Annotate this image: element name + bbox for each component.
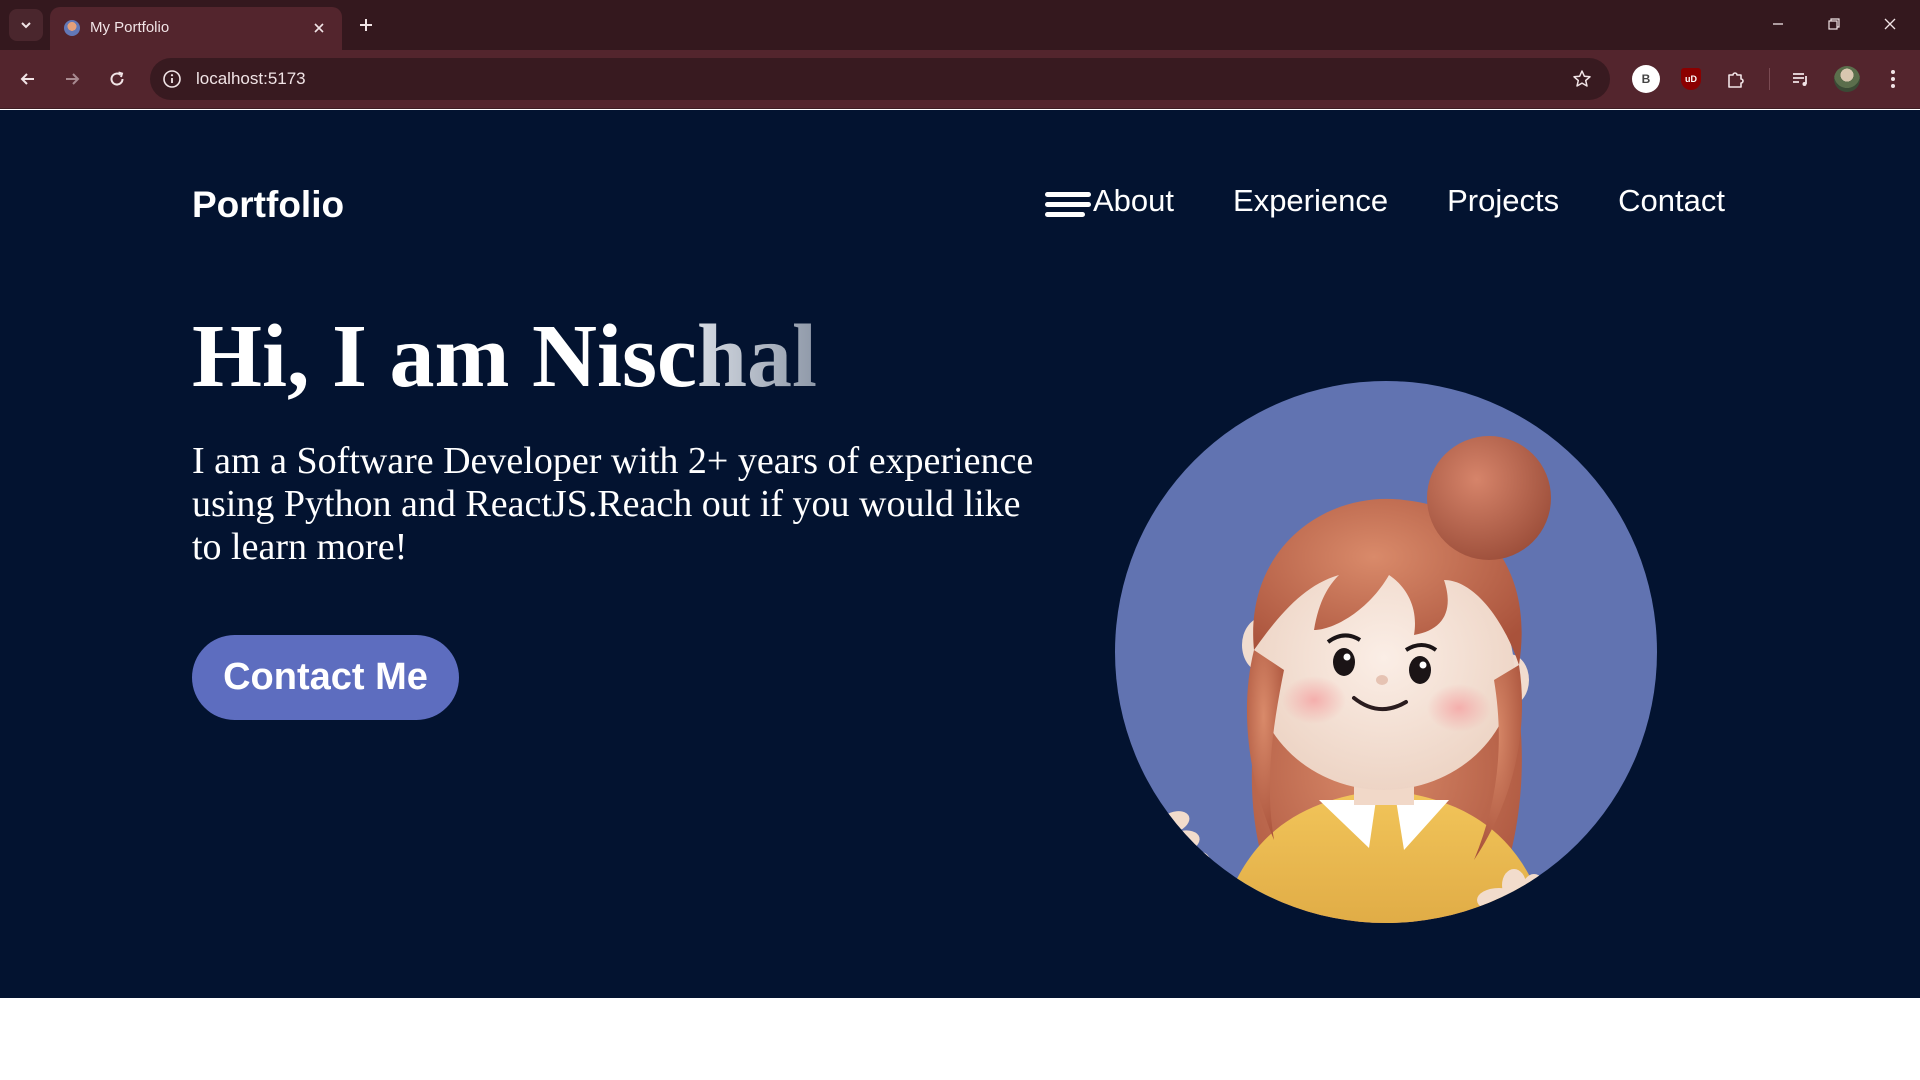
forward-button[interactable]: [56, 63, 88, 95]
browser-menu-button[interactable]: [1878, 64, 1908, 94]
minimize-button[interactable]: [1758, 10, 1798, 38]
hero-title-typing: hal: [696, 307, 818, 406]
extension-b-button[interactable]: B: [1631, 64, 1661, 94]
bookmark-button[interactable]: [1570, 67, 1594, 91]
chevron-down-icon: [21, 22, 31, 29]
nav-link-contact[interactable]: Contact: [1618, 183, 1725, 219]
nav-link-about[interactable]: About: [1093, 183, 1174, 219]
plus-icon: [360, 19, 372, 31]
media-controls-button[interactable]: [1786, 64, 1816, 94]
extensions-menu-button[interactable]: [1721, 64, 1751, 94]
ublock-icon: uD: [1681, 68, 1701, 90]
arrow-right-icon: [66, 73, 80, 85]
extension-ublock-button[interactable]: uD: [1676, 64, 1706, 94]
extension-b-icon: B: [1632, 65, 1660, 93]
menu-icon[interactable]: [1045, 192, 1091, 224]
tab-close-button[interactable]: [308, 17, 330, 39]
back-button[interactable]: [12, 63, 44, 95]
reload-button[interactable]: [101, 63, 133, 95]
main-nav: About Experience Projects Contact: [1093, 183, 1725, 219]
reload-icon: [110, 71, 124, 86]
avatar-illustration-icon: [1115, 381, 1657, 923]
address-bar-url: localhost:5173: [196, 69, 306, 88]
puzzle-icon: [1728, 72, 1744, 88]
arrow-left-icon: [20, 73, 34, 85]
profile-button[interactable]: [1832, 64, 1862, 94]
more-vertical-icon: [1891, 70, 1895, 88]
hero-title: Hi, I am Nischal: [192, 302, 817, 412]
playlist-icon: [1793, 73, 1807, 86]
tab-search-button[interactable]: [9, 9, 43, 41]
nav-link-projects[interactable]: Projects: [1447, 183, 1559, 219]
browser-toolbar: localhost:5173 B uD: [0, 50, 1920, 109]
profile-avatar-icon: [1834, 66, 1860, 92]
portfolio-page: Portfolio About Experience Projects Cont…: [0, 110, 1920, 998]
contact-me-button[interactable]: Contact Me: [192, 635, 459, 720]
close-icon: [314, 23, 324, 33]
close-icon: [1884, 18, 1896, 30]
minimize-icon: [1773, 23, 1783, 25]
page-bottom-area: [0, 998, 1920, 1080]
hero-description: I am a Software Developer with 2+ years …: [192, 440, 1034, 568]
star-icon: [1573, 70, 1591, 87]
address-bar[interactable]: localhost:5173: [150, 58, 1610, 100]
hero-avatar-illustration: [1114, 380, 1659, 925]
tab-favicon-icon: [64, 20, 80, 36]
restore-icon: [1828, 18, 1840, 30]
tab-title: My Portfolio: [90, 19, 170, 36]
hero-title-solid: Hi, I am Nisc: [192, 307, 697, 406]
close-window-button[interactable]: [1870, 10, 1910, 38]
nav-link-experience[interactable]: Experience: [1233, 183, 1388, 219]
browser-tab-bar: My Portfolio: [0, 0, 1920, 50]
info-icon: [163, 70, 181, 88]
restore-button[interactable]: [1814, 10, 1854, 38]
toolbar-separator: [1769, 68, 1770, 90]
browser-tab[interactable]: My Portfolio: [50, 7, 342, 50]
site-info-button[interactable]: [160, 67, 184, 91]
site-logo[interactable]: Portfolio: [192, 184, 344, 226]
new-tab-button[interactable]: [352, 11, 380, 39]
